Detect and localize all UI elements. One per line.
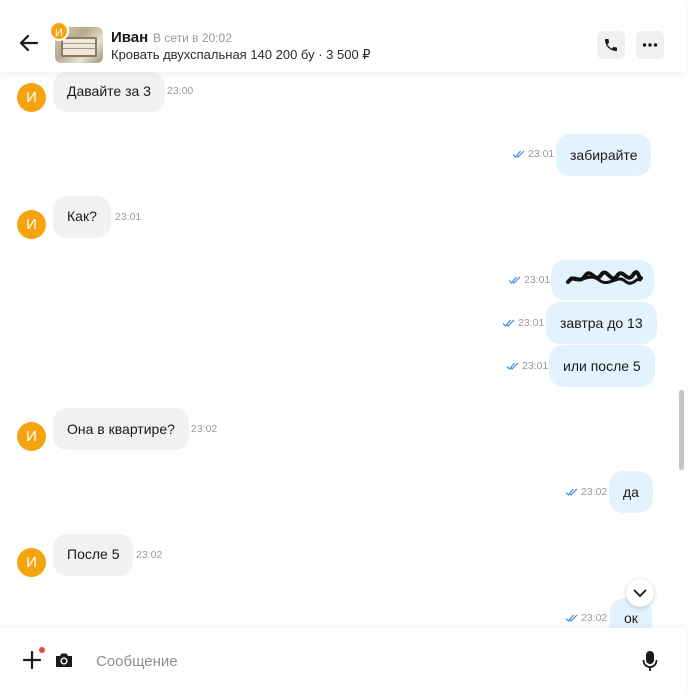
message-text: Она в квартире? bbox=[67, 421, 175, 437]
message-time: 23:02 bbox=[565, 612, 607, 624]
message-time: 23:01 bbox=[508, 274, 550, 286]
message-text: Давайте за 3 bbox=[67, 83, 151, 99]
message-bubble-outgoing[interactable] bbox=[551, 260, 654, 300]
message-text: забирайте bbox=[570, 147, 638, 163]
message-time: 23:01 bbox=[506, 360, 548, 372]
redacted-text bbox=[566, 270, 643, 285]
read-ticks-icon bbox=[508, 276, 521, 285]
message-bubble-outgoing[interactable]: завтра до 13 bbox=[546, 302, 657, 344]
message-time: 23:00 bbox=[167, 85, 194, 97]
read-ticks-icon bbox=[506, 362, 519, 371]
back-button[interactable] bbox=[16, 30, 42, 56]
camera-icon bbox=[56, 653, 72, 667]
read-ticks-icon bbox=[512, 150, 525, 159]
message-time: 23:01 bbox=[115, 211, 142, 223]
sender-avatar: И bbox=[17, 422, 46, 451]
read-ticks-icon bbox=[565, 614, 578, 623]
message-bubble-incoming[interactable]: Давайте за 3 bbox=[53, 72, 165, 112]
scrollbar-thumb[interactable] bbox=[679, 390, 684, 470]
microphone-icon bbox=[642, 651, 658, 671]
sender-avatar: И bbox=[17, 548, 46, 577]
message-list[interactable]: И Давайте за 3 23:00 23:01 забирайте И К… bbox=[0, 72, 686, 628]
sender-avatar: И bbox=[17, 83, 46, 112]
contact-avatar: И bbox=[49, 21, 69, 41]
contact-name[interactable]: Иван bbox=[111, 29, 148, 46]
message-text: или после 5 bbox=[563, 358, 641, 374]
message-bubble-incoming[interactable]: После 5 bbox=[53, 534, 134, 576]
listing-title[interactable]: Кровать двухспальная 140 200 бу · 3 500 … bbox=[111, 47, 371, 63]
message-input[interactable] bbox=[96, 648, 616, 674]
phone-icon bbox=[605, 39, 617, 51]
attach-button[interactable] bbox=[22, 650, 42, 670]
message-bubble-incoming[interactable]: Как? bbox=[53, 196, 111, 238]
message-time: 23:01 bbox=[502, 317, 544, 329]
more-button[interactable] bbox=[636, 31, 664, 59]
message-bubble-outgoing[interactable]: забирайте bbox=[556, 134, 652, 176]
message-bubble-incoming[interactable]: Она в квартире? bbox=[53, 408, 189, 450]
camera-button[interactable] bbox=[54, 651, 74, 669]
message-text: завтра до 13 bbox=[560, 315, 643, 331]
bed-image bbox=[61, 37, 97, 57]
message-composer bbox=[0, 628, 686, 699]
message-text: После 5 bbox=[67, 546, 120, 562]
scroll-to-bottom-button[interactable] bbox=[626, 579, 654, 607]
message-bubble-outgoing[interactable]: да bbox=[609, 471, 653, 513]
read-ticks-icon bbox=[565, 488, 578, 497]
sender-avatar: И bbox=[17, 210, 46, 239]
message-time: 23:02 bbox=[565, 486, 607, 498]
call-button[interactable] bbox=[597, 31, 625, 59]
microphone-button[interactable] bbox=[642, 650, 658, 672]
message-text: да bbox=[623, 484, 639, 500]
read-ticks-icon bbox=[502, 319, 515, 328]
chat-screen: И Иван В сети в 20:02 Кровать двухспальн… bbox=[0, 0, 700, 699]
plus-icon bbox=[22, 650, 42, 670]
chat-header: И Иван В сети в 20:02 Кровать двухспальн… bbox=[0, 0, 686, 72]
arrow-left-icon bbox=[19, 34, 39, 52]
message-time: 23:02 bbox=[136, 549, 163, 561]
scrollbar-track[interactable] bbox=[686, 0, 700, 699]
more-dots-icon bbox=[642, 43, 658, 47]
message-text: ок bbox=[624, 610, 638, 626]
message-time: 23:02 bbox=[191, 423, 218, 435]
message-bubble-outgoing[interactable]: или после 5 bbox=[549, 345, 655, 387]
message-time: 23:01 bbox=[512, 148, 554, 160]
message-text: Как? bbox=[67, 208, 97, 224]
notification-dot bbox=[39, 647, 45, 653]
chevron-down-icon bbox=[633, 589, 647, 597]
contact-status: В сети в 20:02 bbox=[153, 31, 232, 45]
